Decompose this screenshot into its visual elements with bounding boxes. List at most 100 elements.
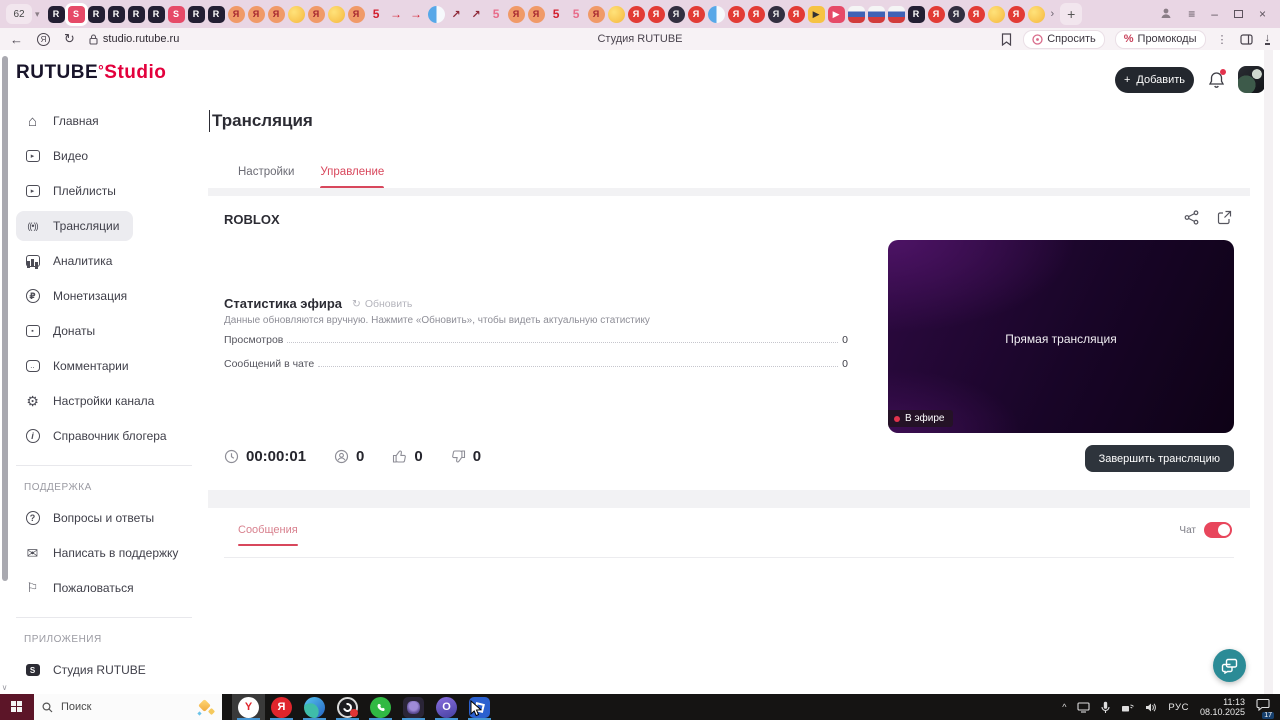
sidebar-item-donate[interactable]: ▪ Донаты — [16, 316, 109, 346]
browser-tab[interactable]: Я — [1007, 5, 1025, 23]
sidebar-item-broadcast[interactable]: ((•)) Трансляции — [16, 211, 134, 241]
browser-tab[interactable]: 5 — [548, 6, 565, 23]
browser-tab[interactable]: Я — [727, 5, 745, 23]
browser-tab[interactable] — [287, 5, 305, 23]
browser-tab[interactable]: R — [907, 5, 925, 23]
more-options-icon[interactable]: ⋮ — [1217, 33, 1228, 46]
browser-tab[interactable]: Я — [947, 5, 965, 23]
refresh-stats-button[interactable]: ↻ Обновить — [352, 298, 412, 310]
taskbar-clock[interactable]: 11:13 08.10.2025 — [1200, 697, 1245, 717]
browser-tab[interactable] — [987, 5, 1005, 23]
browser-tab[interactable] — [327, 5, 345, 23]
sidebar-item-comments[interactable]: ‥ Комментарии — [16, 351, 143, 381]
url-field[interactable]: studio.rutube.ru — [89, 33, 179, 45]
browser-tab[interactable]: Я — [307, 5, 325, 23]
sidebar-panel-icon[interactable] — [1239, 33, 1253, 45]
close-button[interactable]: × — [1259, 7, 1266, 21]
avatar[interactable] — [1238, 66, 1265, 93]
speaker-icon[interactable] — [1145, 702, 1157, 713]
browser-tab[interactable]: S — [67, 5, 85, 23]
taskbar-app-whatsapp[interactable] — [364, 694, 397, 720]
bookmark-icon[interactable] — [1001, 32, 1012, 46]
sidebar-item-home[interactable]: ⌂ Главная — [16, 106, 113, 136]
browser-tab[interactable]: Я — [767, 5, 785, 23]
tab-inactive[interactable]: Настройки — [238, 166, 294, 188]
browser-tab[interactable] — [867, 5, 885, 23]
external-link-icon[interactable] — [1217, 210, 1232, 225]
refresh-icon[interactable]: ↻ — [64, 31, 75, 47]
start-button[interactable] — [0, 694, 34, 720]
browser-tab[interactable]: R — [107, 5, 125, 23]
yandex-search-icon[interactable]: Я — [37, 32, 50, 46]
ask-button[interactable]: Спросить — [1024, 30, 1104, 48]
browser-tab[interactable]: Я — [927, 5, 945, 23]
browser-tab[interactable]: 5 — [568, 6, 585, 23]
browser-tab[interactable] — [1027, 5, 1045, 23]
browser-tab[interactable]: ▶ — [807, 5, 825, 23]
browser-tab[interactable] — [607, 5, 625, 23]
browser-tab[interactable]: Я — [647, 5, 665, 23]
tab-counter-chevron-icon[interactable]: ▾ — [35, 9, 40, 20]
sidebar-item-info[interactable]: i Справочник блогера — [16, 421, 181, 451]
browser-tab[interactable]: Я — [667, 5, 685, 23]
minimize-button[interactable]: – — [1211, 7, 1218, 21]
browser-tab[interactable]: R — [207, 5, 225, 23]
browser-tab[interactable]: Я — [627, 5, 645, 23]
profile-icon[interactable] — [1160, 7, 1172, 22]
support-chat-button[interactable] — [1213, 649, 1246, 682]
downloads-icon[interactable]: ↓ — [1264, 32, 1270, 45]
tab-messages[interactable]: Сообщения — [238, 524, 298, 546]
browser-tab[interactable]: Я — [967, 5, 985, 23]
dislikes-counter[interactable]: 0 — [451, 448, 481, 465]
browser-tab[interactable]: → — [388, 6, 405, 23]
browser-tab[interactable]: R — [87, 5, 105, 23]
end-stream-button[interactable]: Завершить трансляцию — [1084, 445, 1234, 472]
browser-tab[interactable]: 5 — [368, 6, 385, 23]
taskbar-app-yandex[interactable]: Я — [265, 694, 298, 720]
tray-app-icon[interactable] — [1077, 701, 1090, 713]
tabs-overflow-icon[interactable]: › — [1051, 8, 1055, 20]
page-scrollbar[interactable] — [1264, 50, 1273, 694]
likes-counter[interactable]: 0 — [392, 448, 423, 465]
add-button[interactable]: + Добавить — [1115, 67, 1194, 93]
action-center-icon[interactable]: 17 — [1256, 698, 1274, 719]
stream-preview[interactable]: Прямая трансляция В эфире — [888, 240, 1234, 433]
browser-tab[interactable]: ↗ — [448, 6, 465, 23]
browser-tab[interactable]: Я — [507, 5, 525, 23]
tray-expand-icon[interactable]: ^ — [1062, 702, 1066, 712]
microphone-icon[interactable] — [1101, 701, 1110, 714]
taskbar-search[interactable]: Поиск — [34, 694, 222, 720]
sidebar-item-mail[interactable]: ✉ Написать в поддержку — [16, 538, 192, 568]
sidebar-item-question[interactable]: ? Вопросы и ответы — [16, 503, 168, 533]
browser-tab[interactable]: Я — [267, 5, 285, 23]
browser-tab[interactable]: ▶ — [827, 5, 845, 23]
sidebar-item-flag[interactable]: ⚐ Пожаловаться — [16, 573, 148, 603]
browser-tab[interactable]: Я — [247, 5, 265, 23]
share-icon[interactable] — [1184, 210, 1199, 225]
network-icon[interactable] — [1121, 702, 1135, 713]
browser-tab[interactable]: S — [167, 5, 185, 23]
browser-tab[interactable]: Я — [587, 5, 605, 23]
browser-tab[interactable]: Я — [747, 5, 765, 23]
browser-tab[interactable]: ↗ — [468, 6, 485, 23]
sidebar-item-s-app[interactable]: S Студия RUTUBE — [16, 655, 160, 685]
maximize-button[interactable] — [1233, 10, 1243, 18]
language-indicator[interactable]: РУС — [1168, 702, 1189, 713]
browser-tab[interactable] — [887, 5, 905, 23]
browser-menu-icon[interactable]: ≡ — [1188, 7, 1195, 21]
tab-active[interactable]: Управление — [320, 166, 384, 188]
taskbar-app-yandex-browser[interactable]: Y — [232, 694, 265, 720]
notifications-bell-icon[interactable] — [1208, 69, 1226, 89]
taskbar-app-obs[interactable] — [331, 694, 364, 720]
sidebar-item-gear[interactable]: ⚙ Настройки канала — [16, 386, 168, 416]
tab-counter[interactable]: 62 — [6, 4, 32, 24]
browser-tab[interactable]: Я — [687, 5, 705, 23]
browser-tab[interactable]: 5 — [488, 6, 505, 23]
browser-tab[interactable] — [847, 5, 865, 23]
browser-tab[interactable]: → — [408, 6, 425, 23]
browser-tab[interactable]: R — [187, 5, 205, 23]
browser-tab[interactable] — [707, 5, 725, 23]
sidebar-item-playlists[interactable]: ▸ Плейлисты — [16, 176, 130, 206]
promocodes-button[interactable]: % Промокоды — [1115, 30, 1205, 48]
rutube-studio-logo[interactable]: RUTUBE°Studio — [16, 62, 166, 84]
